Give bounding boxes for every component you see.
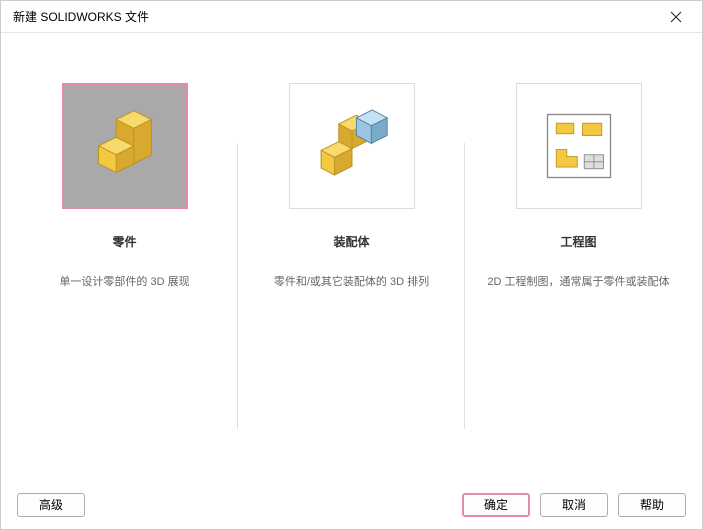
drawing-title: 工程图 bbox=[560, 233, 596, 250]
options-area: 零件 单一设计零部件的 3D 展现 bbox=[1, 33, 702, 479]
drawing-icon bbox=[544, 111, 614, 181]
dialog-title: 新建 SOLIDWORKS 文件 bbox=[13, 8, 149, 25]
drawing-icon-box bbox=[516, 83, 642, 209]
assembly-desc: 零件和/或其它装配体的 3D 排列 bbox=[274, 274, 429, 291]
part-desc: 单一设计零部件的 3D 展现 bbox=[59, 274, 189, 291]
footer-left: 高级 bbox=[17, 493, 85, 517]
advanced-button[interactable]: 高级 bbox=[17, 493, 85, 517]
titlebar: 新建 SOLIDWORKS 文件 bbox=[1, 1, 702, 33]
drawing-desc: 2D 工程制图，通常属于零件或装配体 bbox=[487, 274, 669, 291]
assembly-icon bbox=[308, 102, 396, 190]
option-assembly[interactable]: 装配体 零件和/或其它装配体的 3D 排列 bbox=[238, 83, 465, 449]
footer-right: 确定 取消 帮助 bbox=[462, 493, 686, 517]
assembly-title: 装配体 bbox=[333, 233, 369, 250]
ok-button[interactable]: 确定 bbox=[462, 493, 530, 517]
part-title: 零件 bbox=[112, 233, 136, 250]
help-button[interactable]: 帮助 bbox=[618, 493, 686, 517]
part-icon bbox=[81, 102, 169, 190]
part-icon-box bbox=[62, 83, 188, 209]
cancel-button[interactable]: 取消 bbox=[540, 493, 608, 517]
option-part[interactable]: 零件 单一设计零部件的 3D 展现 bbox=[11, 83, 238, 449]
new-file-dialog: 新建 SOLIDWORKS 文件 零件 单一设计零部件 bbox=[0, 0, 703, 530]
option-drawing[interactable]: 工程图 2D 工程制图，通常属于零件或装配体 bbox=[465, 83, 692, 449]
assembly-icon-box bbox=[289, 83, 415, 209]
close-icon bbox=[670, 11, 682, 23]
footer: 高级 确定 取消 帮助 bbox=[1, 479, 702, 529]
close-button[interactable] bbox=[662, 3, 690, 31]
